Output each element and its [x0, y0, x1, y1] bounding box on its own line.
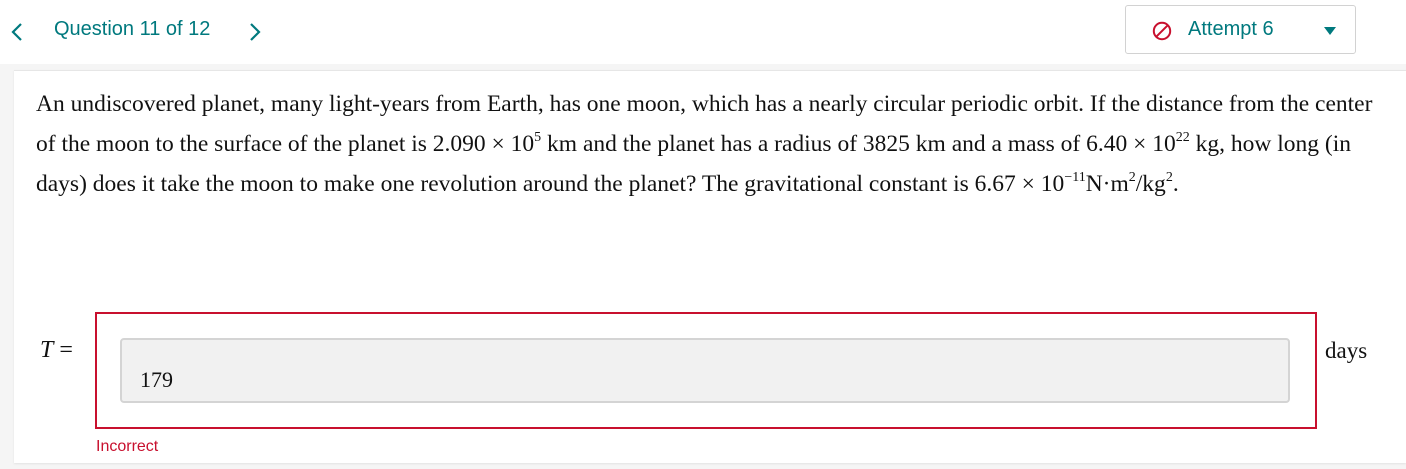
gravitational-constant-unit: N·m2/kg2	[1085, 170, 1173, 198]
mass-unit: kg	[1195, 131, 1220, 157]
question-text: An undiscovered planet, many light-years…	[36, 84, 1386, 204]
prohibited-circle-icon	[1152, 21, 1172, 41]
chevron-right-icon	[250, 23, 261, 41]
previous-question-button[interactable]	[4, 14, 30, 50]
top-bar: Question 11 of 12 Attempt 6	[0, 0, 1406, 64]
end-punctuation: .	[1172, 171, 1179, 197]
radius-text: and the planet has a radius of	[582, 131, 858, 157]
gravitational-constant-value: 6.67 × 10	[974, 171, 1065, 197]
caret-down-icon	[1324, 27, 1336, 35]
gravitational-constant-exponent: −11	[1064, 170, 1086, 185]
answer-unit-label: days	[1325, 338, 1368, 363]
attempt-label: Attempt 6	[1188, 18, 1274, 40]
distance-exponent: 5	[534, 130, 542, 145]
attempt-dropdown[interactable]: Attempt 6	[1125, 5, 1356, 54]
mass-value: 6.40 × 10	[1086, 131, 1176, 157]
question-counter: Question 11 of 12	[54, 18, 211, 40]
radius-value: 3825 km	[862, 131, 946, 157]
next-question-button[interactable]	[242, 14, 268, 50]
answer-input[interactable]	[120, 338, 1290, 403]
chevron-left-icon	[11, 23, 22, 41]
answer-variable-label: T =	[40, 337, 73, 363]
answer-feedback: Incorrect	[96, 438, 159, 455]
distance-value: 2.090 × 10	[432, 131, 535, 157]
mass-exponent: 22	[1175, 130, 1190, 145]
distance-unit: km	[547, 131, 578, 157]
mass-text: and a mass of	[951, 131, 1081, 157]
